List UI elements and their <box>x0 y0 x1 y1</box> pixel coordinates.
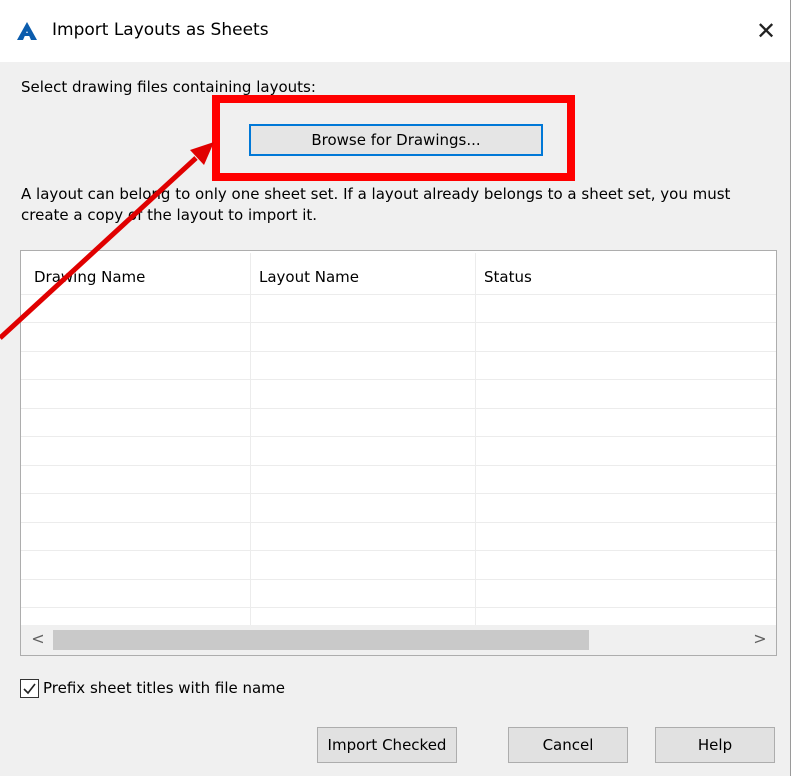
import-checked-button[interactable]: Import Checked <box>317 727 457 763</box>
close-button[interactable]: ✕ <box>748 14 784 48</box>
table-row-divider <box>21 550 776 551</box>
scroll-left-button[interactable]: < <box>23 625 53 655</box>
help-button[interactable]: Help <box>655 727 775 763</box>
scroll-right-button[interactable]: > <box>745 625 775 655</box>
table-row-divider <box>21 465 776 466</box>
checkmark-icon <box>23 683 36 695</box>
chevron-left-icon: < <box>31 629 45 648</box>
table-row-divider <box>21 607 776 608</box>
table-row-divider <box>21 379 776 380</box>
table-row-divider <box>21 579 776 580</box>
browse-for-drawings-button[interactable]: Browse for Drawings... <box>249 124 543 156</box>
sheet-set-note: A layout can belong to only one sheet se… <box>21 185 731 224</box>
table-row-divider <box>21 408 776 409</box>
table-row-divider <box>21 322 776 323</box>
autocad-a-icon <box>17 22 37 40</box>
prefix-sheet-titles-checkbox[interactable] <box>20 679 39 698</box>
scrollbar-thumb[interactable] <box>53 630 589 650</box>
table-row-divider <box>21 351 776 352</box>
cancel-button[interactable]: Cancel <box>508 727 628 763</box>
window-title: Import Layouts as Sheets <box>52 20 269 40</box>
table-row-divider <box>21 294 776 295</box>
import-layouts-dialog: Import Layouts as Sheets ✕ Select drawin… <box>0 0 791 776</box>
table-row-divider <box>21 436 776 437</box>
column-header-status[interactable]: Status <box>484 268 532 286</box>
chevron-right-icon: > <box>753 629 767 648</box>
horizontal-scrollbar[interactable]: < > <box>21 625 776 655</box>
prefix-sheet-titles-label[interactable]: Prefix sheet titles with file name <box>43 679 285 697</box>
column-header-drawing-name[interactable]: Drawing Name <box>34 268 145 286</box>
column-header-layout-name[interactable]: Layout Name <box>259 268 359 286</box>
table-row-divider <box>21 493 776 494</box>
layouts-table[interactable]: Drawing Name Layout Name Status < > <box>20 250 777 656</box>
instruction-label: Select drawing files containing layouts: <box>21 78 316 96</box>
column-divider <box>475 253 476 625</box>
close-icon: ✕ <box>755 17 777 45</box>
title-bar: Import Layouts as Sheets ✕ <box>0 0 790 62</box>
column-divider <box>250 253 251 625</box>
table-row-divider <box>21 522 776 523</box>
